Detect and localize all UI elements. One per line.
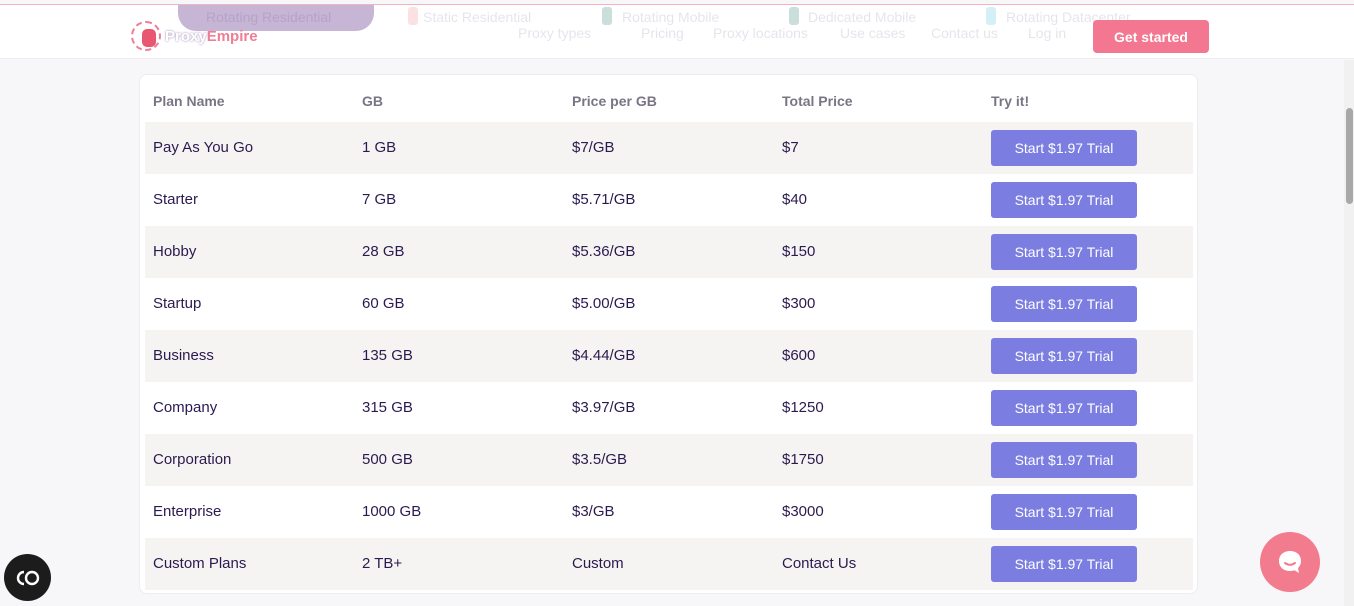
start-trial-button[interactable]: Start $1.97 Trial bbox=[991, 338, 1137, 374]
cell-total-price: $1250 bbox=[782, 399, 824, 416]
cell-gb: 500 GB bbox=[362, 451, 413, 468]
logo-mark-icon bbox=[131, 21, 161, 51]
cell-gb: 28 GB bbox=[362, 243, 405, 260]
cell-plan-name: Enterprise bbox=[153, 503, 222, 520]
site-logo[interactable]: ProxyEmpire bbox=[131, 18, 258, 54]
table-row: Company 315 GB $3.97/GB $1250 Start $1.97 Tr… bbox=[145, 382, 1193, 434]
cell-plan-name: Starter bbox=[153, 191, 199, 208]
brand-name-part2: Empire bbox=[206, 27, 258, 45]
table-header: Plan Name GB Price per GB Total Price Tr… bbox=[140, 75, 1199, 123]
column-header-price-per-gb: Price per GB bbox=[572, 93, 657, 109]
cell-gb: 7 GB bbox=[362, 191, 397, 208]
accessibility-icon bbox=[16, 570, 39, 585]
cell-plan-name: Hobby bbox=[153, 243, 197, 260]
cell-price-per-gb: $3/GB bbox=[572, 503, 615, 520]
start-trial-button[interactable]: Start $1.97 Trial bbox=[991, 234, 1137, 270]
cell-total-price: $600 bbox=[782, 347, 816, 364]
cell-plan-name: Custom Plans bbox=[153, 555, 247, 572]
column-header-gb: GB bbox=[362, 93, 383, 109]
cell-gb: 1 GB bbox=[362, 139, 397, 156]
table-row: Starter 7 GB $5.71/GB $40 Start $1.97 Trial bbox=[145, 174, 1193, 226]
ghost-nav-link: Contact us bbox=[931, 25, 998, 41]
cell-plan-name: Startup bbox=[153, 295, 202, 312]
cell-price-per-gb: $3.97/GB bbox=[572, 399, 636, 416]
ghost-nav-link: Use cases bbox=[840, 25, 906, 41]
column-header-total-price: Total Price bbox=[782, 93, 853, 109]
start-trial-button[interactable]: Start $1.97 Trial bbox=[991, 494, 1137, 530]
server-icon bbox=[986, 7, 996, 25]
cell-price-per-gb: $5.00/GB bbox=[572, 295, 636, 312]
table-row: Corporation 500 GB $3.5/GB $1750 Start $1.97… bbox=[145, 434, 1193, 486]
start-trial-button[interactable]: Start $1.97 Trial bbox=[991, 182, 1137, 218]
cell-gb: 2 TB+ bbox=[362, 555, 403, 572]
cell-price-per-gb: $4.44/GB bbox=[572, 347, 636, 364]
cell-gb: 60 GB bbox=[362, 295, 405, 312]
table-row: Startup 60 GB $5.00/GB $300 Start $1.97 Tria… bbox=[145, 278, 1193, 330]
cell-price-per-gb: $3.5/GB bbox=[572, 451, 628, 468]
get-started-button[interactable]: Get started bbox=[1093, 20, 1209, 53]
ghost-tab: Rotating Mobile bbox=[622, 9, 720, 25]
table-row: Custom Plans 2 TB+ Custom Contact Us Start $… bbox=[145, 538, 1193, 590]
start-trial-button[interactable]: Start $1.97 Trial bbox=[991, 546, 1137, 582]
brand-name-part1: Proxy bbox=[165, 27, 207, 45]
table-row: Enterprise 1000 GB $3/GB $3000 Start $1.97 T… bbox=[145, 486, 1193, 538]
ghost-nav-link: Log in bbox=[1028, 25, 1067, 41]
cell-total-price: $3000 bbox=[782, 503, 824, 520]
cell-plan-name: Business bbox=[153, 347, 214, 364]
pricing-table: Plan Name GB Price per GB Total Price Tr… bbox=[139, 74, 1198, 594]
table-body: Pay As You Go 1 GB $7/GB $7 Start $1.97 Tria… bbox=[145, 122, 1193, 590]
table-row: Hobby 28 GB $5.36/GB $150 Start $1.97 Trial bbox=[145, 226, 1193, 278]
ghost-nav-link: Pricing bbox=[641, 25, 684, 41]
cell-gb: 315 GB bbox=[362, 399, 413, 416]
accessibility-button[interactable] bbox=[4, 554, 51, 601]
start-trial-button[interactable]: Start $1.97 Trial bbox=[991, 286, 1137, 322]
cell-total-price: $1750 bbox=[782, 451, 824, 468]
site-header: Rotating Residential Static Residential … bbox=[0, 5, 1354, 59]
table-row: Business 135 GB $4.44/GB $600 Start $1.97 Tr… bbox=[145, 330, 1193, 382]
phone-icon bbox=[602, 7, 612, 25]
cell-price-per-gb: Custom bbox=[572, 555, 624, 572]
cell-price-per-gb: $5.71/GB bbox=[572, 191, 636, 208]
cell-total-price: Contact Us bbox=[782, 555, 857, 572]
cell-gb: 135 GB bbox=[362, 347, 413, 364]
cell-plan-name: Company bbox=[153, 399, 218, 416]
cell-total-price: $40 bbox=[782, 191, 808, 208]
chat-button[interactable] bbox=[1260, 532, 1320, 592]
ghost-tab: Dedicated Mobile bbox=[808, 9, 917, 25]
cell-plan-name: Pay As You Go bbox=[153, 139, 254, 156]
cell-total-price: $7 bbox=[782, 139, 799, 156]
cell-price-per-gb: $7/GB bbox=[572, 139, 615, 156]
column-header-plan-name: Plan Name bbox=[153, 93, 225, 109]
cell-total-price: $150 bbox=[782, 243, 816, 260]
cell-plan-name: Corporation bbox=[153, 451, 232, 468]
start-trial-button[interactable]: Start $1.97 Trial bbox=[991, 130, 1137, 166]
cell-gb: 1000 GB bbox=[362, 503, 422, 520]
brand-name: ProxyEmpire bbox=[165, 28, 258, 45]
cell-price-per-gb: $5.36/GB bbox=[572, 243, 636, 260]
cell-total-price: $300 bbox=[782, 295, 816, 312]
ghost-nav-link: Proxy types bbox=[518, 25, 592, 41]
ghost-nav-link: Proxy locations bbox=[713, 25, 808, 41]
start-trial-button[interactable]: Start $1.97 Trial bbox=[991, 390, 1137, 426]
chat-bubble-icon bbox=[1279, 551, 1301, 573]
phone-icon bbox=[789, 7, 799, 25]
column-header-try-it: Try it! bbox=[991, 93, 1030, 109]
ghost-tab: Static Residential bbox=[423, 9, 532, 25]
pin-icon bbox=[408, 7, 418, 25]
scrollbar-thumb[interactable] bbox=[1346, 108, 1353, 204]
start-trial-button[interactable]: Start $1.97 Trial bbox=[991, 442, 1137, 478]
table-row: Pay As You Go 1 GB $7/GB $7 Start $1.97 Tria… bbox=[145, 122, 1193, 174]
